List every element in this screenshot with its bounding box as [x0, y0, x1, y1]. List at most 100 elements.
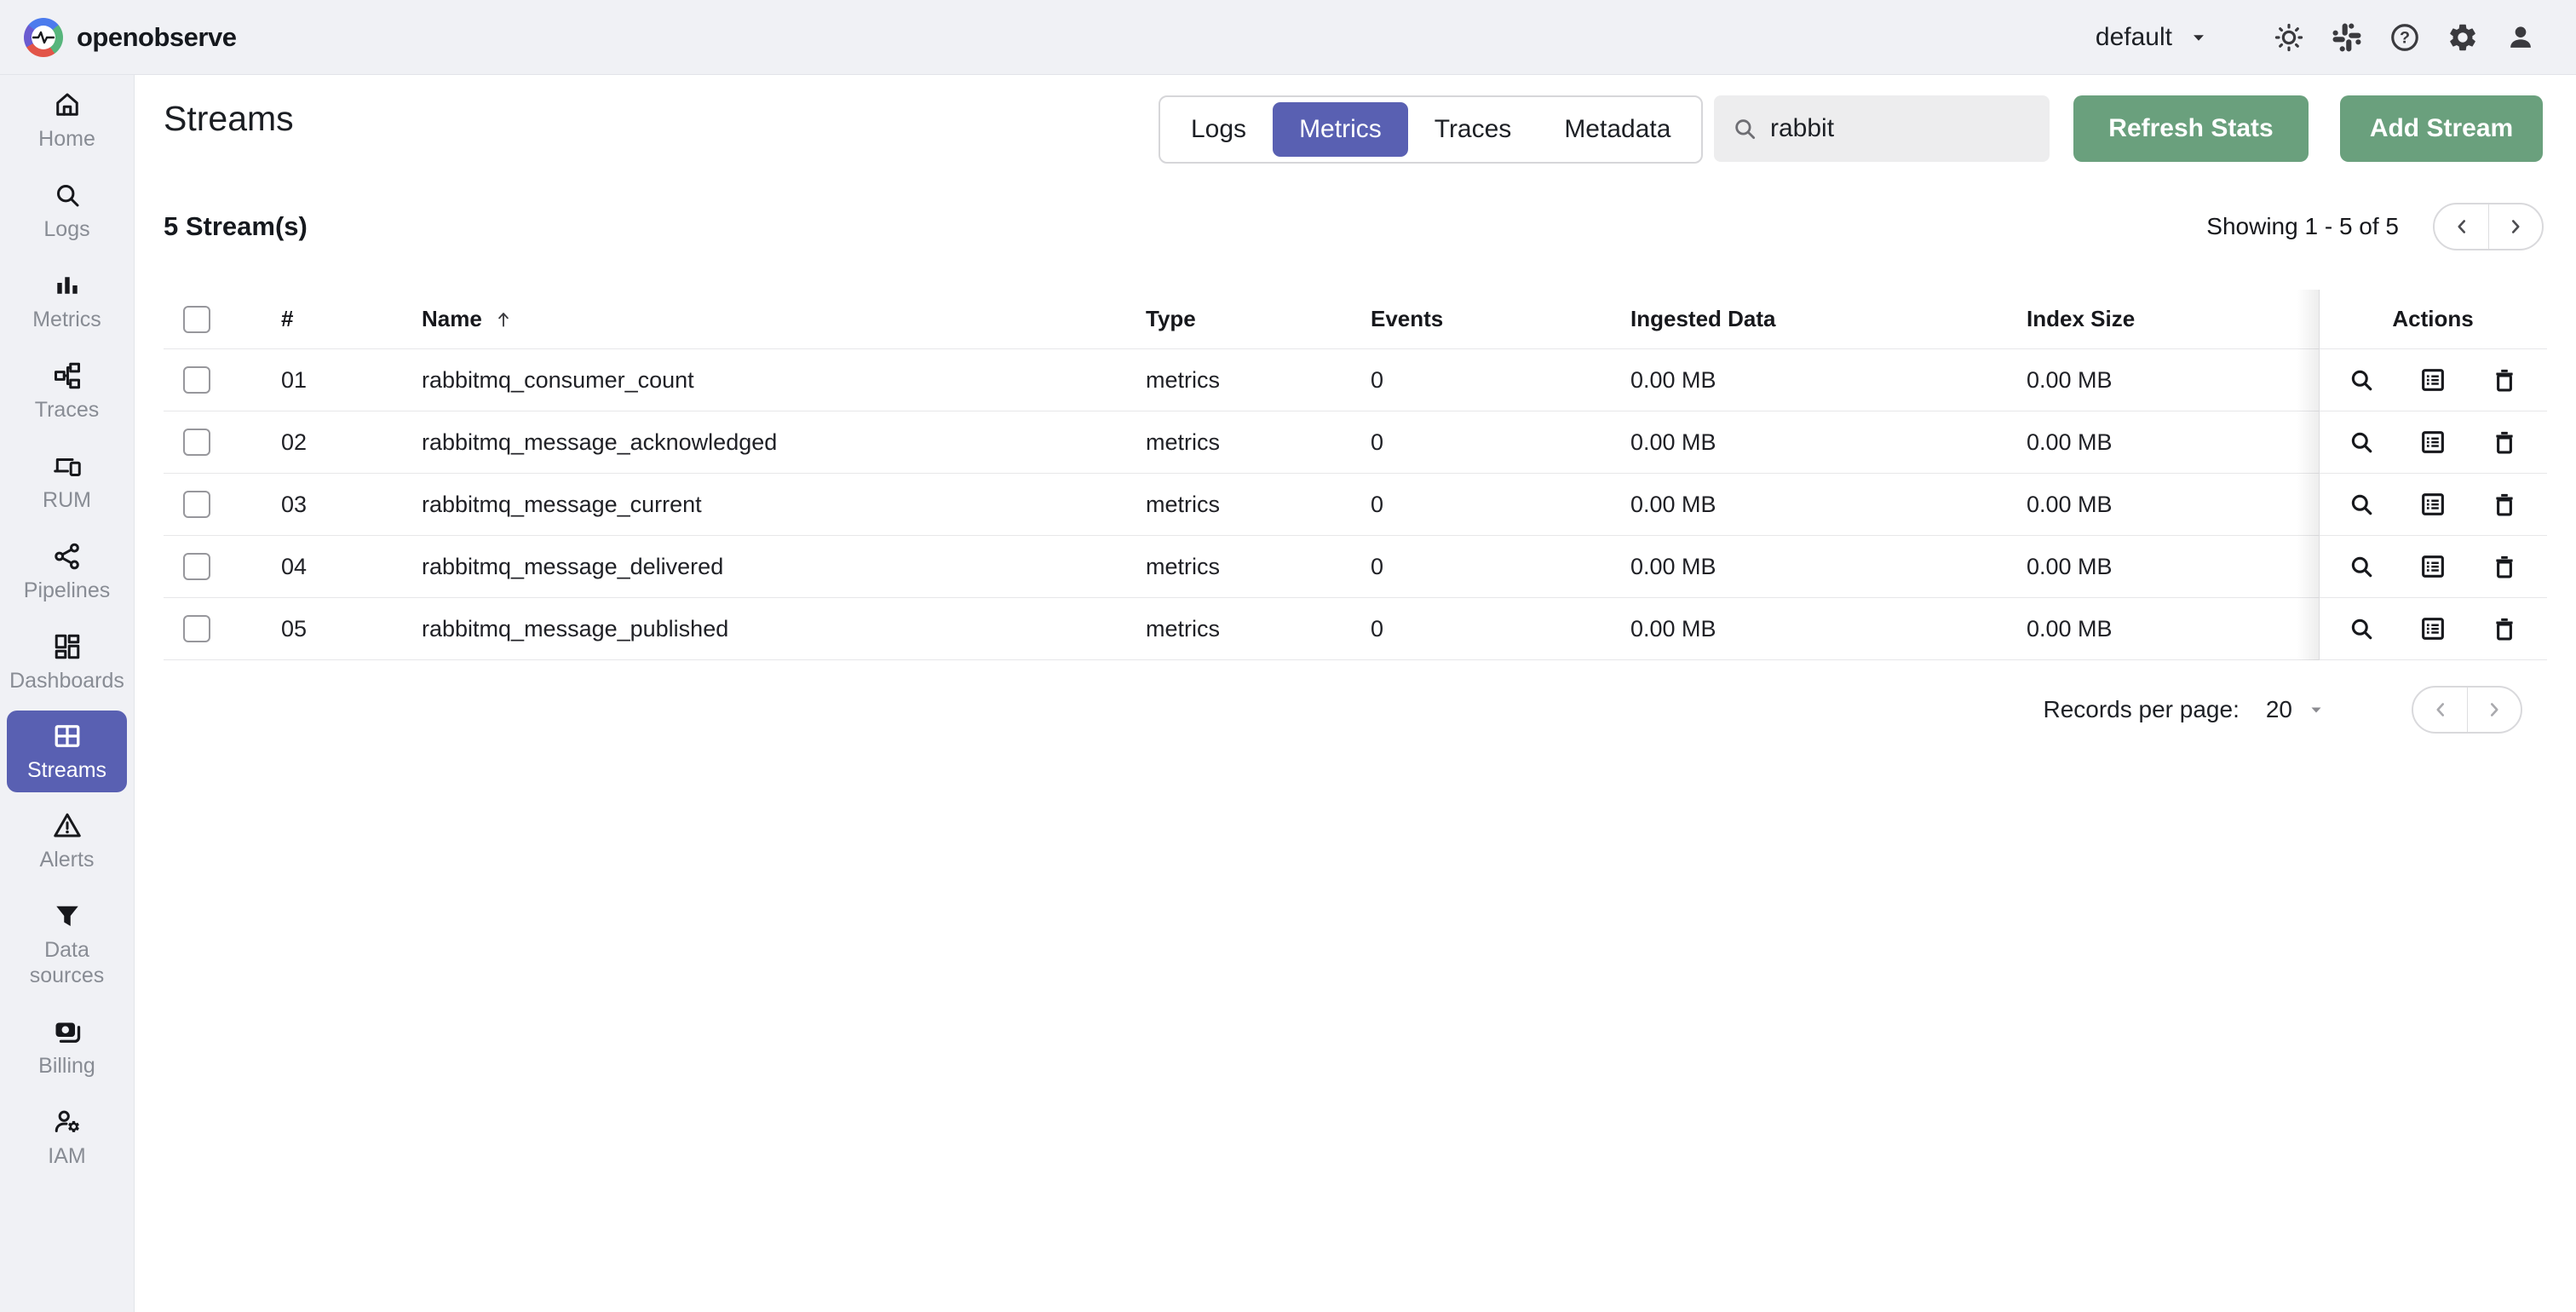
magnifier-icon: [2347, 552, 2376, 581]
row-stream-name: rabbitmq_consumer_count: [422, 366, 694, 393]
prev-page-button-bottom[interactable]: [2413, 688, 2467, 732]
row-stream-type: metrics: [1146, 491, 1220, 517]
trash-icon: [2490, 490, 2519, 519]
row-ingested-data: 0.00 MB: [1630, 366, 1716, 393]
sidebar-item-pipelines[interactable]: Pipelines: [0, 527, 134, 617]
row-stream-type: metrics: [1146, 615, 1220, 642]
add-stream-button[interactable]: Add Stream: [2340, 95, 2543, 162]
row-index-size: 0.00 MB: [2027, 366, 2113, 393]
row-stream-type: metrics: [1146, 429, 1220, 455]
row-actions: [2319, 487, 2547, 521]
slack-button[interactable]: [2320, 11, 2373, 64]
sidebar-item-rum[interactable]: RUM: [0, 436, 134, 527]
settings-button[interactable]: [2436, 11, 2489, 64]
sidebar-item-label: Metrics: [32, 307, 101, 331]
brand-home-link[interactable]: openobserve: [0, 17, 237, 57]
explore-stream-button[interactable]: [2344, 425, 2378, 459]
tab-traces[interactable]: Traces: [1408, 102, 1538, 157]
explore-stream-button[interactable]: [2344, 550, 2378, 584]
records-per-page-label: Records per page:: [2043, 696, 2240, 722]
stream-details-button[interactable]: [2416, 363, 2450, 397]
next-page-button-bottom[interactable]: [2467, 688, 2521, 732]
search-input[interactable]: [1770, 114, 2033, 143]
table-row: 02 rabbitmq_message_acknowledged metrics…: [164, 411, 2547, 474]
row-actions: [2319, 363, 2547, 397]
sidebar-item-billing[interactable]: Billing: [0, 1002, 134, 1092]
search-icon: [52, 180, 83, 210]
billing-icon: [52, 1016, 83, 1047]
explore-stream-button[interactable]: [2344, 612, 2378, 646]
stream-details-button[interactable]: [2416, 550, 2450, 584]
sidebar-item-data-sources[interactable]: Data sources: [0, 886, 134, 1002]
row-checkbox[interactable]: [183, 615, 210, 642]
bottom-pagination: Records per page: 20: [2043, 685, 2522, 734]
header-name[interactable]: Name: [377, 306, 1101, 332]
row-checkbox[interactable]: [183, 553, 210, 580]
explore-stream-button[interactable]: [2344, 487, 2378, 521]
pagination-controls-bottom: [2412, 686, 2522, 734]
prev-page-button[interactable]: [2435, 204, 2488, 249]
refresh-stats-button[interactable]: Refresh Stats: [2073, 95, 2309, 162]
stream-details-button[interactable]: [2416, 612, 2450, 646]
tab-metadata[interactable]: Metadata: [1538, 102, 1697, 157]
table-row: 04 rabbitmq_message_delivered metrics 0 …: [164, 536, 2547, 598]
delete-stream-button[interactable]: [2487, 425, 2521, 459]
gear-icon: [2447, 21, 2479, 54]
app-root: openobserve default ? Home Logs Metrics …: [0, 0, 2576, 1312]
magnifier-icon: [2347, 365, 2376, 394]
stream-details-button[interactable]: [2416, 487, 2450, 521]
sidebar-item-home[interactable]: Home: [0, 75, 134, 165]
sidebar-item-metrics[interactable]: Metrics: [0, 256, 134, 346]
person-icon: [2504, 21, 2537, 54]
list-detail-icon: [2418, 490, 2447, 519]
list-detail-icon: [2418, 428, 2447, 457]
row-checkbox[interactable]: [183, 429, 210, 456]
header-ingested: Ingested Data: [1630, 306, 1776, 331]
explore-stream-button[interactable]: [2344, 363, 2378, 397]
magnifier-icon: [2347, 428, 2376, 457]
delete-stream-button[interactable]: [2487, 612, 2521, 646]
chevron-left-icon: [2451, 216, 2473, 238]
records-caret-down-icon[interactable]: [2306, 699, 2326, 720]
delete-stream-button[interactable]: [2487, 487, 2521, 521]
row-checkbox[interactable]: [183, 491, 210, 518]
alerts-icon: [52, 810, 83, 841]
sidebar-item-streams[interactable]: Streams: [7, 711, 127, 792]
sidebar-item-alerts[interactable]: Alerts: [0, 796, 134, 886]
topbar-actions: default ?: [2096, 11, 2576, 64]
row-ingested-data: 0.00 MB: [1630, 491, 1716, 517]
showing-range: Showing 1 - 5 of 5: [2206, 213, 2399, 239]
header-events: Events: [1371, 306, 1444, 331]
streams-icon: [52, 721, 83, 751]
org-selector[interactable]: default: [2096, 23, 2210, 52]
sidebar-item-traces[interactable]: Traces: [0, 346, 134, 436]
stream-details-button[interactable]: [2416, 425, 2450, 459]
sidebar-item-iam[interactable]: IAM: [0, 1092, 134, 1183]
sidebar-item-dashboards[interactable]: Dashboards: [0, 617, 134, 707]
tab-metrics[interactable]: Metrics: [1273, 102, 1408, 157]
delete-stream-button[interactable]: [2487, 363, 2521, 397]
row-checkbox[interactable]: [183, 366, 210, 394]
chevron-right-icon: [2504, 216, 2527, 238]
select-all-checkbox[interactable]: [183, 305, 210, 333]
delete-stream-button[interactable]: [2487, 550, 2521, 584]
metrics-icon: [52, 270, 83, 301]
row-events: 0: [1371, 491, 1384, 517]
sidebar-item-label: RUM: [43, 487, 91, 512]
next-page-button[interactable]: [2488, 204, 2542, 249]
row-ingested-data: 0.00 MB: [1630, 553, 1716, 579]
header-number: #: [281, 306, 294, 331]
tab-logs[interactable]: Logs: [1164, 102, 1273, 157]
row-events: 0: [1371, 553, 1384, 579]
help-button[interactable]: ?: [2378, 11, 2431, 64]
org-selector-value: default: [2095, 22, 2172, 51]
sidebar-item-logs[interactable]: Logs: [0, 165, 134, 256]
theme-toggle-button[interactable]: [2263, 11, 2315, 64]
table-header-row: # Name Type Events Ingested Data Index S…: [164, 290, 2547, 349]
account-button[interactable]: [2494, 11, 2547, 64]
records-per-page-value[interactable]: 20: [2266, 696, 2292, 723]
header-checkbox-cell: [164, 305, 266, 333]
row-events: 0: [1371, 366, 1384, 393]
list-detail-icon: [2418, 552, 2447, 581]
row-events: 0: [1371, 429, 1384, 455]
